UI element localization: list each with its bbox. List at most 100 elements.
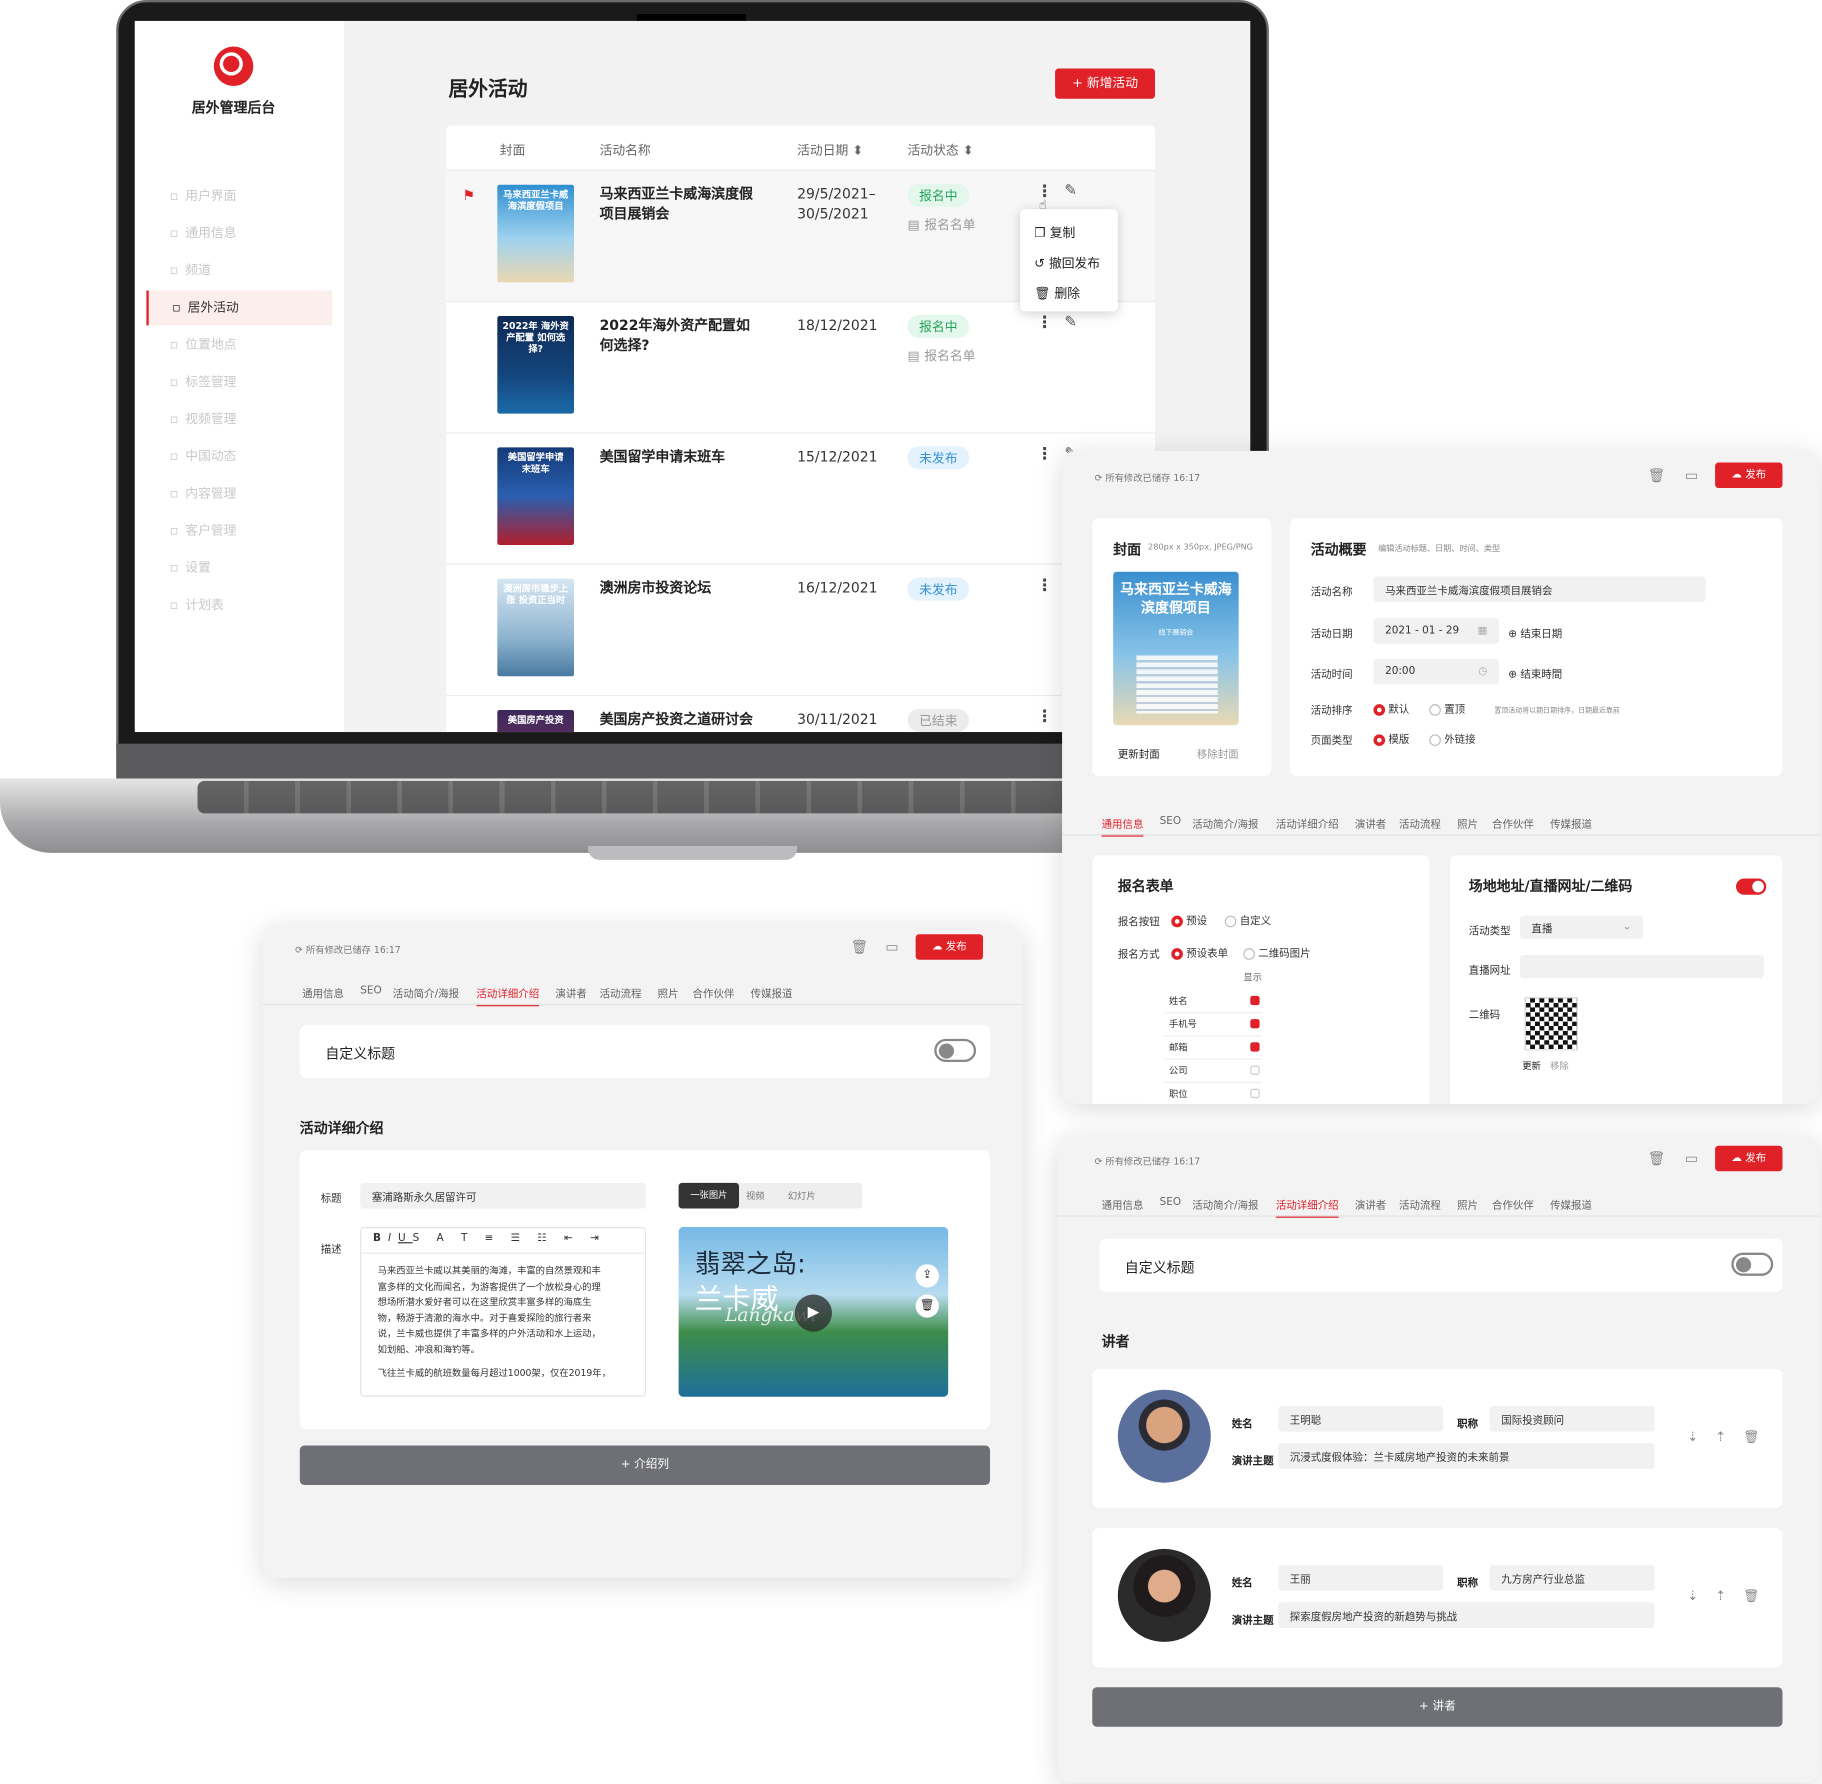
more-vertical-icon[interactable]: ⋮ — [1036, 708, 1052, 727]
end-time-toggle[interactable]: ⊕ 结束時間 — [1508, 666, 1562, 681]
tab-item[interactable]: 活动简介/海报 — [1192, 1197, 1258, 1212]
topic-input[interactable]: 沉浸式度假体验：兰卡威房地产投资的未来前景 — [1278, 1443, 1655, 1469]
update-cover-link[interactable]: 更新封面 — [1118, 746, 1160, 761]
tab-item[interactable]: 合作伙伴 — [693, 985, 735, 1001]
media-tab-slides[interactable]: 幻灯片 — [788, 1190, 816, 1203]
sidebar-item[interactable]: ▫ 标签管理 — [146, 365, 332, 400]
form-button-preset-radio[interactable]: 预设 — [1171, 912, 1207, 927]
page-link-radio[interactable]: 外链接 — [1429, 731, 1476, 746]
end-date-toggle[interactable]: ⊕ 结束日期 — [1508, 625, 1562, 641]
trash-icon[interactable]: 🗑 — [1743, 1588, 1759, 1603]
sidebar-item[interactable]: ▫ 居外活动 — [146, 290, 333, 326]
tab-item[interactable]: 演讲者 — [1355, 1197, 1386, 1212]
job-input[interactable]: 九方房产行业总监 — [1489, 1565, 1655, 1591]
cover-thumbnail[interactable]: 2022年 海外资产配置 如何选择? — [497, 316, 575, 414]
add-activity-button[interactable]: + 新增活动 — [1055, 68, 1156, 99]
signup-list-link[interactable]: ▤ 报名名单 — [908, 215, 976, 234]
publish-button[interactable]: ☁ 发布 — [1715, 462, 1783, 489]
preview-icon[interactable]: ▭ — [885, 939, 898, 955]
media-tab-video[interactable]: 视频 — [746, 1190, 765, 1203]
tab-item[interactable]: 照片 — [658, 985, 679, 1001]
arrow-down-icon[interactable]: ⇣ — [1687, 1429, 1698, 1444]
sidebar-item[interactable]: ▫ 通用信息 — [146, 216, 332, 251]
cover-thumbnail[interactable]: 美国房产投资 — [497, 709, 575, 733]
sidebar-item[interactable]: ▫ 设置 — [146, 551, 332, 586]
tab-item[interactable]: 合作伙伴 — [1492, 1197, 1534, 1212]
tab-item[interactable]: 传媒报道 — [1550, 816, 1592, 831]
add-speaker-button[interactable]: + 讲者 — [1092, 1687, 1783, 1727]
tab-item[interactable]: SEO — [1160, 816, 1181, 828]
trash-icon[interactable]: 🗑 — [1648, 1150, 1666, 1166]
arrow-up-icon[interactable]: ⇡ — [1715, 1588, 1726, 1603]
sidebar-item[interactable]: ▫ 视频管理 — [146, 402, 332, 437]
media-tab-image[interactable]: 一张图片 — [678, 1182, 740, 1209]
column-header-status[interactable]: 活动状态 ⬍ — [908, 141, 974, 160]
more-vertical-icon[interactable]: ⋮ — [1036, 314, 1052, 333]
qr-remove-link[interactable]: 移除 — [1550, 1060, 1569, 1073]
trash-icon[interactable]: 🗑 — [851, 939, 869, 955]
sort-top-radio[interactable]: 置顶 — [1429, 701, 1465, 716]
tab-item[interactable]: 活动简介/海报 — [393, 985, 459, 1001]
page-template-radio[interactable]: 模版 — [1373, 731, 1409, 746]
tab-item[interactable]: 通用信息 — [302, 985, 344, 1001]
topic-input[interactable]: 探索度假房地产投资的新趋势与挑战 — [1278, 1602, 1655, 1628]
menu-item-copy[interactable]: ❐ 复制 — [1034, 223, 1075, 242]
title-input[interactable]: 塞浦路斯永久居留许可 — [360, 1182, 647, 1209]
name-input[interactable]: 王丽 — [1278, 1565, 1444, 1591]
add-intro-button[interactable]: + 介绍列 — [299, 1445, 991, 1486]
cover-thumbnail[interactable]: 马来西亚兰卡威海滨度假项目 — [497, 184, 575, 283]
name-input[interactable]: 王明聪 — [1278, 1406, 1444, 1432]
sort-icon[interactable]: ⬍ — [852, 143, 863, 158]
tab-item[interactable]: 演讲者 — [555, 985, 586, 1001]
preview-icon[interactable]: ▭ — [1685, 467, 1698, 483]
menu-item-unpublish[interactable]: ↺ 撤回发布 — [1034, 253, 1100, 272]
more-vertical-icon[interactable]: ⋮ — [1036, 576, 1052, 595]
tab-item[interactable]: 演讲者 — [1355, 816, 1386, 831]
tab-item[interactable]: SEO — [360, 985, 381, 997]
sidebar-item[interactable]: ▫ 用户界面 — [146, 179, 332, 214]
play-icon[interactable]: ▶ — [794, 1294, 832, 1332]
trash-icon[interactable]: 🗑 — [1743, 1429, 1759, 1444]
tab-item[interactable]: 通用信息 — [1102, 1197, 1144, 1212]
more-vertical-icon[interactable]: ⋮ — [1036, 445, 1052, 464]
edit-icon[interactable]: ✎ — [1064, 314, 1077, 331]
tab-item[interactable]: 活动详细介绍 — [1276, 816, 1339, 831]
activity-name[interactable]: 美国留学申请末班车 — [600, 447, 763, 467]
table-row[interactable]: 澳洲房市稳步上涨 投资正当时 澳洲房市投资论坛 16/12/2021 未发布 ⋮ — [446, 563, 1156, 695]
form-mode-preset-radio[interactable]: 预设表单 — [1171, 945, 1228, 960]
tab-item[interactable]: 照片 — [1457, 816, 1478, 831]
sidebar-item[interactable]: ▫ 频道 — [146, 253, 332, 288]
table-row[interactable]: 2022年 海外资产配置 如何选择? 2022年海外资产配置如何选择? 18/12/… — [446, 300, 1156, 432]
preview-icon[interactable]: ▭ — [1685, 1150, 1698, 1166]
arrow-down-icon[interactable]: ⇣ — [1687, 1588, 1698, 1603]
trash-icon[interactable]: 🗑 — [1648, 467, 1666, 483]
arrow-up-icon[interactable]: ⇡ — [1715, 1429, 1726, 1444]
form-field-checkbox[interactable] — [1250, 995, 1260, 1006]
url-input[interactable] — [1519, 955, 1764, 979]
sidebar-item[interactable]: ▫ 内容管理 — [146, 476, 332, 511]
tab-item[interactable]: SEO — [1160, 1197, 1181, 1209]
tab-item[interactable]: 合作伙伴 — [1492, 816, 1534, 831]
edit-icon[interactable]: ✎ — [1064, 182, 1077, 199]
cover-image[interactable]: 马来西亚兰卡威海滨度假项目 线下展销会 — [1113, 571, 1239, 726]
cover-thumbnail[interactable]: 美国留学申请 末班车 — [497, 447, 575, 545]
activity-name[interactable]: 2022年海外资产配置如何选择? — [600, 316, 763, 356]
form-mode-qr-radio[interactable]: 二维码图片 — [1243, 945, 1311, 960]
upload-icon[interactable]: ⇪ — [915, 1264, 939, 1288]
form-field-checkbox[interactable] — [1250, 1065, 1260, 1075]
remove-cover-link[interactable]: 移除封面 — [1197, 746, 1239, 761]
sort-icon[interactable]: ⬍ — [963, 143, 974, 158]
tab-item[interactable]: 活动流程 — [600, 985, 642, 1001]
job-input[interactable]: 国际投资顾问 — [1489, 1406, 1655, 1432]
signup-list-link[interactable]: ▤ 报名名单 — [908, 346, 976, 365]
avatar[interactable] — [1117, 1389, 1211, 1483]
activity-name[interactable]: 马来西亚兰卡威海滨度假项目展销会 — [600, 185, 763, 225]
tab-item[interactable]: 传媒报道 — [751, 985, 793, 1001]
column-header-date[interactable]: 活动日期 ⬍ — [797, 141, 863, 160]
sidebar-item[interactable]: ▫ 位置地点 — [146, 328, 332, 363]
form-field-checkbox[interactable] — [1250, 1042, 1260, 1052]
sidebar-item[interactable]: ▫ 计划表 — [146, 588, 332, 623]
menu-item-delete[interactable]: 🗑 删除 — [1034, 284, 1080, 303]
activity-name[interactable]: 美国房产投资之道研讨会 — [600, 710, 763, 730]
form-button-custom-radio[interactable]: 自定义 — [1224, 912, 1271, 927]
